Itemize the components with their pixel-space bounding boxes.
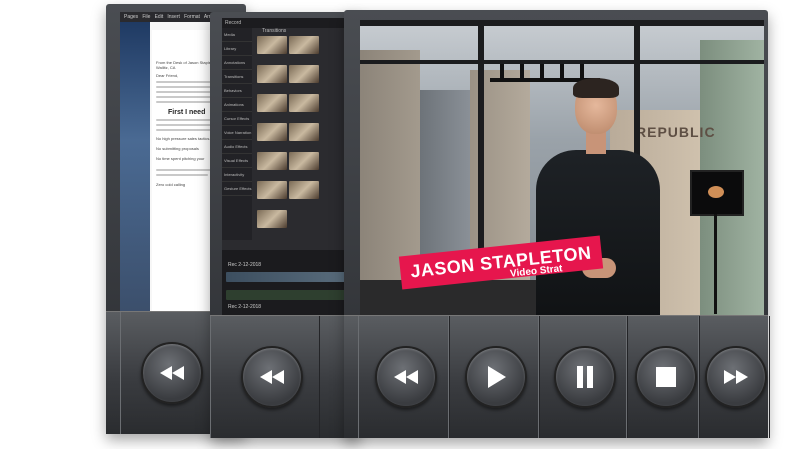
play-button[interactable] xyxy=(465,346,527,408)
chandelier-bulb xyxy=(540,64,544,82)
transition-thumbnail[interactable] xyxy=(257,210,287,228)
menu-item[interactable]: Gesture Effects xyxy=(222,182,252,196)
presenter-hair xyxy=(573,78,619,98)
desk xyxy=(360,280,550,320)
rewind-button[interactable] xyxy=(241,346,303,408)
menu-item[interactable]: Interactivity xyxy=(222,168,252,182)
menu-insert[interactable]: Insert xyxy=(167,14,180,20)
clip-label: Rec 2-12-2018 xyxy=(228,304,262,310)
play-icon xyxy=(488,366,506,388)
fast-forward-button[interactable] xyxy=(705,346,767,408)
video-screen[interactable]: REPUBLIC JASON STAPLETON Video Strat xyxy=(360,20,764,320)
menu-item[interactable]: Animations xyxy=(222,98,252,112)
stop-icon xyxy=(656,367,676,387)
pause-cell xyxy=(538,316,628,438)
rewind-button[interactable] xyxy=(141,342,203,404)
transition-thumbnail[interactable] xyxy=(257,36,287,54)
transition-thumbnail[interactable] xyxy=(257,152,287,170)
clip-label: Rec 2-12-2018 xyxy=(228,262,262,268)
transition-thumbnail[interactable] xyxy=(257,181,287,199)
menu-item[interactable]: Visual Effects xyxy=(222,154,252,168)
play-cell xyxy=(448,316,540,438)
player-box-video: REPUBLIC JASON STAPLETON Video Strat xyxy=(344,10,770,438)
rewind-icon xyxy=(394,370,418,384)
transition-thumbnail[interactable] xyxy=(257,65,287,83)
transition-thumbnail[interactable] xyxy=(289,65,319,83)
control-bar xyxy=(344,315,770,438)
chandelier-bulb xyxy=(560,64,564,82)
menu-item[interactable]: Cursor Effects xyxy=(222,112,252,126)
monitor-image xyxy=(708,186,724,198)
monitor-stand xyxy=(714,214,717,314)
menu-item[interactable]: Voice Narration xyxy=(222,126,252,140)
menu-item[interactable]: Media xyxy=(222,28,252,42)
menu-item[interactable]: Library xyxy=(222,42,252,56)
timeline-track[interactable] xyxy=(226,272,356,282)
control-bar xyxy=(210,315,360,438)
desktop-wallpaper xyxy=(120,22,150,318)
timeline-track[interactable] xyxy=(226,290,356,300)
menu-item[interactable]: Annotations xyxy=(222,56,252,70)
player-box-editor: Record Media Library Annotations Transit… xyxy=(210,12,360,438)
building-sign: REPUBLIC xyxy=(636,124,716,140)
rewind-button[interactable] xyxy=(375,346,437,408)
rewind-icon xyxy=(260,370,284,384)
chandelier-bulb xyxy=(520,64,524,82)
menu-item[interactable]: Behaviors xyxy=(222,84,252,98)
monitor xyxy=(690,170,744,216)
transition-thumbnail[interactable] xyxy=(289,123,319,141)
menu-file[interactable]: File xyxy=(142,14,150,20)
rewind-icon xyxy=(160,366,184,380)
menu-item[interactable]: Transitions xyxy=(222,70,252,84)
transitions-grid xyxy=(256,34,326,237)
timeline: Rec 2-12-2018 Rec 2-12-2018 xyxy=(222,250,360,320)
editor-side-menu: Media Library Annotations Transitions Be… xyxy=(222,28,252,240)
transition-thumbnail[interactable] xyxy=(257,123,287,141)
stop-cell xyxy=(626,316,700,438)
text-line xyxy=(156,96,217,98)
text-line xyxy=(156,174,208,176)
transition-thumbnail[interactable] xyxy=(289,94,319,112)
pause-icon xyxy=(577,366,593,388)
menu-edit[interactable]: Edit xyxy=(155,14,164,20)
chandelier-bulb xyxy=(500,64,504,82)
rewind-cell xyxy=(358,316,450,438)
transition-thumbnail[interactable] xyxy=(289,152,319,170)
editor-screen: Record Media Library Annotations Transit… xyxy=(222,18,360,320)
pause-button[interactable] xyxy=(554,346,616,408)
transition-thumbnail[interactable] xyxy=(257,94,287,112)
menu-format[interactable]: Format xyxy=(184,14,200,20)
transition-thumbnail[interactable] xyxy=(289,181,319,199)
menu-pages[interactable]: Pages xyxy=(124,14,138,20)
forward-cell xyxy=(698,316,770,438)
editor-top-bar: Record xyxy=(222,18,360,28)
rewind-cell xyxy=(210,316,320,438)
transition-thumbnail[interactable] xyxy=(289,36,319,54)
fast-forward-icon xyxy=(724,370,748,384)
stop-button[interactable] xyxy=(635,346,697,408)
window-frame xyxy=(360,20,764,26)
menu-item[interactable]: Audio Effects xyxy=(222,140,252,154)
